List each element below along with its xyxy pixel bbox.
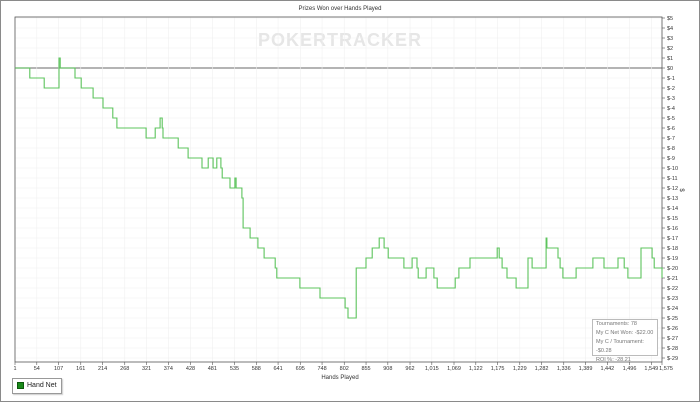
y-tick-label: $-26 <box>667 326 678 332</box>
plot-area <box>14 16 663 363</box>
x-tick-label: 428 <box>186 366 195 372</box>
y-tick-label: $3 <box>667 36 673 42</box>
x-tick-label: 1,549 <box>644 366 658 372</box>
chart-title: Prizes Won over Hands Played <box>299 6 382 12</box>
y-tick-label: $-6 <box>667 126 675 132</box>
y-tick-label: $-1 <box>667 76 675 82</box>
y-tick-label: $-19 <box>667 256 678 262</box>
y-tick-label: $-10 <box>667 166 678 172</box>
per-tournament: My C / Tournament: -$0.28 <box>596 339 644 354</box>
y-tick-label: $-22 <box>667 286 678 292</box>
x-tick-label: 535 <box>230 366 239 372</box>
y-tick-label: $-12 <box>667 186 678 192</box>
y-tick-label: $-8 <box>667 146 675 152</box>
y-tick-label: $-3 <box>667 96 675 102</box>
x-tick-label: 1,122 <box>469 366 483 372</box>
y-axis: $5 $4 $3 $2 $1 $0 $-1 $-2 $-3 $-4 $-5 $-6 $-7 $-8 $-9 $… <box>662 16 678 362</box>
net-won: My C Net Won: -$22.00 <box>596 330 654 336</box>
x-tick-label: 481 <box>208 366 217 372</box>
y-tick-label: $-15 <box>667 216 678 222</box>
y-tick-label: $-25 <box>667 316 678 322</box>
y-tick-label: $-21 <box>667 276 678 282</box>
legend-swatch-icon <box>17 381 24 389</box>
x-tick-label: 641 <box>273 366 282 372</box>
watermark-logo: POKERTRACKER <box>258 30 422 50</box>
summary-tooltip: Tournaments: 78 My C Net Won: -$22.00 My… <box>592 319 658 363</box>
y-tick-label: $-24 <box>667 306 678 312</box>
y-tick-label: $2 <box>667 46 673 52</box>
y-axis-label: $ <box>678 188 684 192</box>
x-tick-label: 908 <box>383 366 392 372</box>
x-tick-label: 1,069 <box>447 366 461 372</box>
legend[interactable]: Hand Net <box>12 378 62 394</box>
x-tick-label: 1,496 <box>623 366 637 372</box>
roi: ROI %: -28.21 <box>596 357 631 363</box>
y-tick-label: $-2 <box>667 86 675 92</box>
y-tick-label: $-23 <box>667 296 678 302</box>
x-tick-label: 962 <box>405 366 414 372</box>
tournaments-count: Tournaments: 78 <box>596 321 637 327</box>
y-tick-label: $-16 <box>667 226 678 232</box>
x-tick-label: 1 <box>13 366 16 372</box>
x-tick-label: 855 <box>361 366 370 372</box>
y-tick-label: $-9 <box>667 156 675 162</box>
x-tick-label: 1,282 <box>535 366 549 372</box>
x-axis: 1 54 107 161 214 268 321 374 428 481 535 588 641 695 7… <box>13 362 673 372</box>
y-tick-label: $-17 <box>667 236 678 242</box>
x-axis-label: Hands Played <box>321 375 358 381</box>
y-tick-label: $-4 <box>667 106 675 112</box>
x-tick-label: 1,229 <box>513 366 527 372</box>
x-tick-label: 214 <box>98 366 107 372</box>
x-tick-label: 588 <box>252 366 261 372</box>
x-tick-label: 268 <box>120 366 129 372</box>
x-tick-label: 107 <box>54 366 63 372</box>
y-tick-label: $-14 <box>667 206 678 212</box>
x-tick-label: 695 <box>296 366 305 372</box>
y-tick-label: $-7 <box>667 136 675 142</box>
x-tick-label: 1,175 <box>491 366 505 372</box>
x-tick-label: 748 <box>317 366 326 372</box>
x-tick-label: 802 <box>340 366 349 372</box>
y-tick-label: $1 <box>667 56 673 62</box>
x-tick-label: 321 <box>142 366 151 372</box>
x-tick-label: 1,336 <box>557 366 571 372</box>
y-tick-label: $-28 <box>667 346 678 352</box>
grid <box>15 17 662 362</box>
x-tick-label: 1,575 <box>659 366 673 372</box>
x-tick-label: 161 <box>76 366 85 372</box>
y-tick-label: $-18 <box>667 246 678 252</box>
y-tick-label: $-5 <box>667 116 675 122</box>
y-tick-label: $5 <box>667 16 673 22</box>
x-tick-label: 1,389 <box>579 366 593 372</box>
y-tick-label: $-20 <box>667 266 678 272</box>
x-tick-label: 1,015 <box>425 366 439 372</box>
y-tick-label: $-27 <box>667 336 678 342</box>
x-tick-label: 1,442 <box>600 366 614 372</box>
y-tick-label: $4 <box>667 26 673 32</box>
x-tick-label: 374 <box>164 366 173 372</box>
y-tick-label: $-11 <box>667 176 678 182</box>
x-tick-label: 54 <box>34 366 40 372</box>
y-tick-label: $-13 <box>667 196 678 202</box>
legend-label: Hand Net <box>27 382 57 389</box>
y-tick-label: $0 <box>667 66 673 72</box>
y-tick-label: $-29 <box>667 356 678 362</box>
